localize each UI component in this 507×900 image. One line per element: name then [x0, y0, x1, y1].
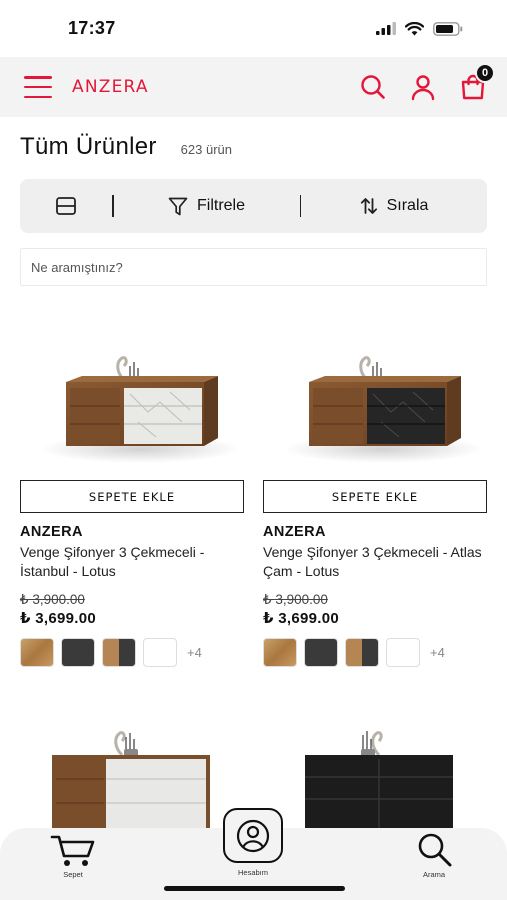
sort-icon: [360, 198, 377, 214]
product-brand: ANZERA: [263, 524, 326, 540]
wifi-icon: [405, 21, 424, 35]
product-count: 623 ürün: [180, 142, 232, 157]
product-name[interactable]: Venge Şifonyer 3 Çekmeceli - İstanbul - …: [20, 543, 244, 581]
nav-cart-label: Sepet: [63, 870, 83, 879]
nav-cart[interactable]: Sepet: [50, 834, 96, 879]
header-actions: 0: [359, 63, 495, 101]
grid-view-icon: [56, 197, 76, 215]
swatch-wood-anthracite[interactable]: [345, 638, 379, 667]
status-icons: [376, 21, 463, 36]
page-title: Tüm Ürünler: [20, 133, 157, 160]
search-icon[interactable]: [359, 73, 387, 101]
product-name[interactable]: Venge Şifonyer 3 Çekmeceli - Atlas Çam -…: [263, 543, 487, 581]
swatch-wood[interactable]: [20, 638, 54, 667]
product-image[interactable]: [263, 723, 487, 833]
swatch-wood[interactable]: [263, 638, 297, 667]
brand-logo[interactable]: ANZERA: [72, 77, 149, 97]
home-indicator: [164, 886, 345, 891]
add-to-cart-button[interactable]: SEPETE EKLE: [263, 480, 487, 513]
more-colors-count[interactable]: +4: [430, 645, 445, 660]
swatch-anthracite[interactable]: [61, 638, 95, 667]
filter-icon: [168, 197, 188, 215]
nav-account[interactable]: Hesabım: [223, 808, 283, 877]
more-colors-count[interactable]: +4: [187, 645, 202, 660]
product-old-price: ₺ 3,900.00: [263, 592, 328, 607]
app-header: ANZERA 0: [0, 57, 507, 117]
filter-label: Filtrele: [196, 197, 245, 214]
sort-label: Sırala: [386, 197, 429, 214]
hamburger-menu-icon[interactable]: [24, 76, 52, 98]
product-old-price: ₺ 3,900.00: [20, 592, 85, 607]
nav-account-label: Hesabım: [237, 868, 268, 877]
swatch-white[interactable]: [143, 638, 177, 667]
signal-icon: [376, 22, 396, 35]
product-card[interactable]: SEPETE EKLE ANZERA Venge Şifonyer 3 Çekm…: [20, 322, 244, 667]
color-swatches: +4: [263, 638, 487, 667]
product-brand: ANZERA: [20, 524, 83, 540]
nav-search-label: Arama: [422, 870, 446, 879]
color-swatches: +4: [20, 638, 244, 667]
product-image[interactable]: [20, 723, 244, 833]
list-toolbar: Filtrele Sırala: [20, 179, 487, 233]
cart-button[interactable]: 0: [459, 63, 495, 101]
sort-button[interactable]: Sırala: [301, 197, 487, 215]
swatch-wood-anthracite[interactable]: [102, 638, 136, 667]
status-time: 17:37: [68, 18, 116, 38]
add-to-cart-button[interactable]: SEPETE EKLE: [20, 480, 244, 513]
product-price: ₺ 3,699.00: [263, 610, 339, 627]
user-circle-icon: [236, 819, 270, 852]
user-icon[interactable]: [409, 73, 437, 101]
product-search-input[interactable]: [31, 259, 486, 275]
cart-count-badge: 0: [475, 63, 495, 83]
product-grid: SEPETE EKLE ANZERA Venge Şifonyer 3 Çekm…: [0, 322, 507, 667]
product-price: ₺ 3,699.00: [20, 610, 96, 627]
product-card[interactable]: [20, 723, 244, 833]
account-button[interactable]: [223, 808, 283, 863]
shopping-cart-icon: [50, 835, 95, 866]
nav-search[interactable]: Arama: [412, 832, 456, 879]
product-search-box: [20, 248, 487, 286]
product-image[interactable]: [263, 322, 487, 472]
product-card[interactable]: SEPETE EKLE ANZERA Venge Şifonyer 3 Çekm…: [263, 322, 487, 667]
swatch-anthracite[interactable]: [304, 638, 338, 667]
swatch-white[interactable]: [386, 638, 420, 667]
product-image[interactable]: [20, 322, 244, 472]
view-toggle-button[interactable]: [20, 197, 112, 215]
search-icon: [418, 833, 452, 867]
battery-icon: [433, 21, 463, 36]
filter-button[interactable]: Filtrele: [114, 197, 300, 216]
product-card[interactable]: [263, 723, 487, 833]
status-bar: 17:37: [0, 0, 507, 57]
listing-header: Tüm Ürünler 623 ürün: [0, 117, 507, 167]
